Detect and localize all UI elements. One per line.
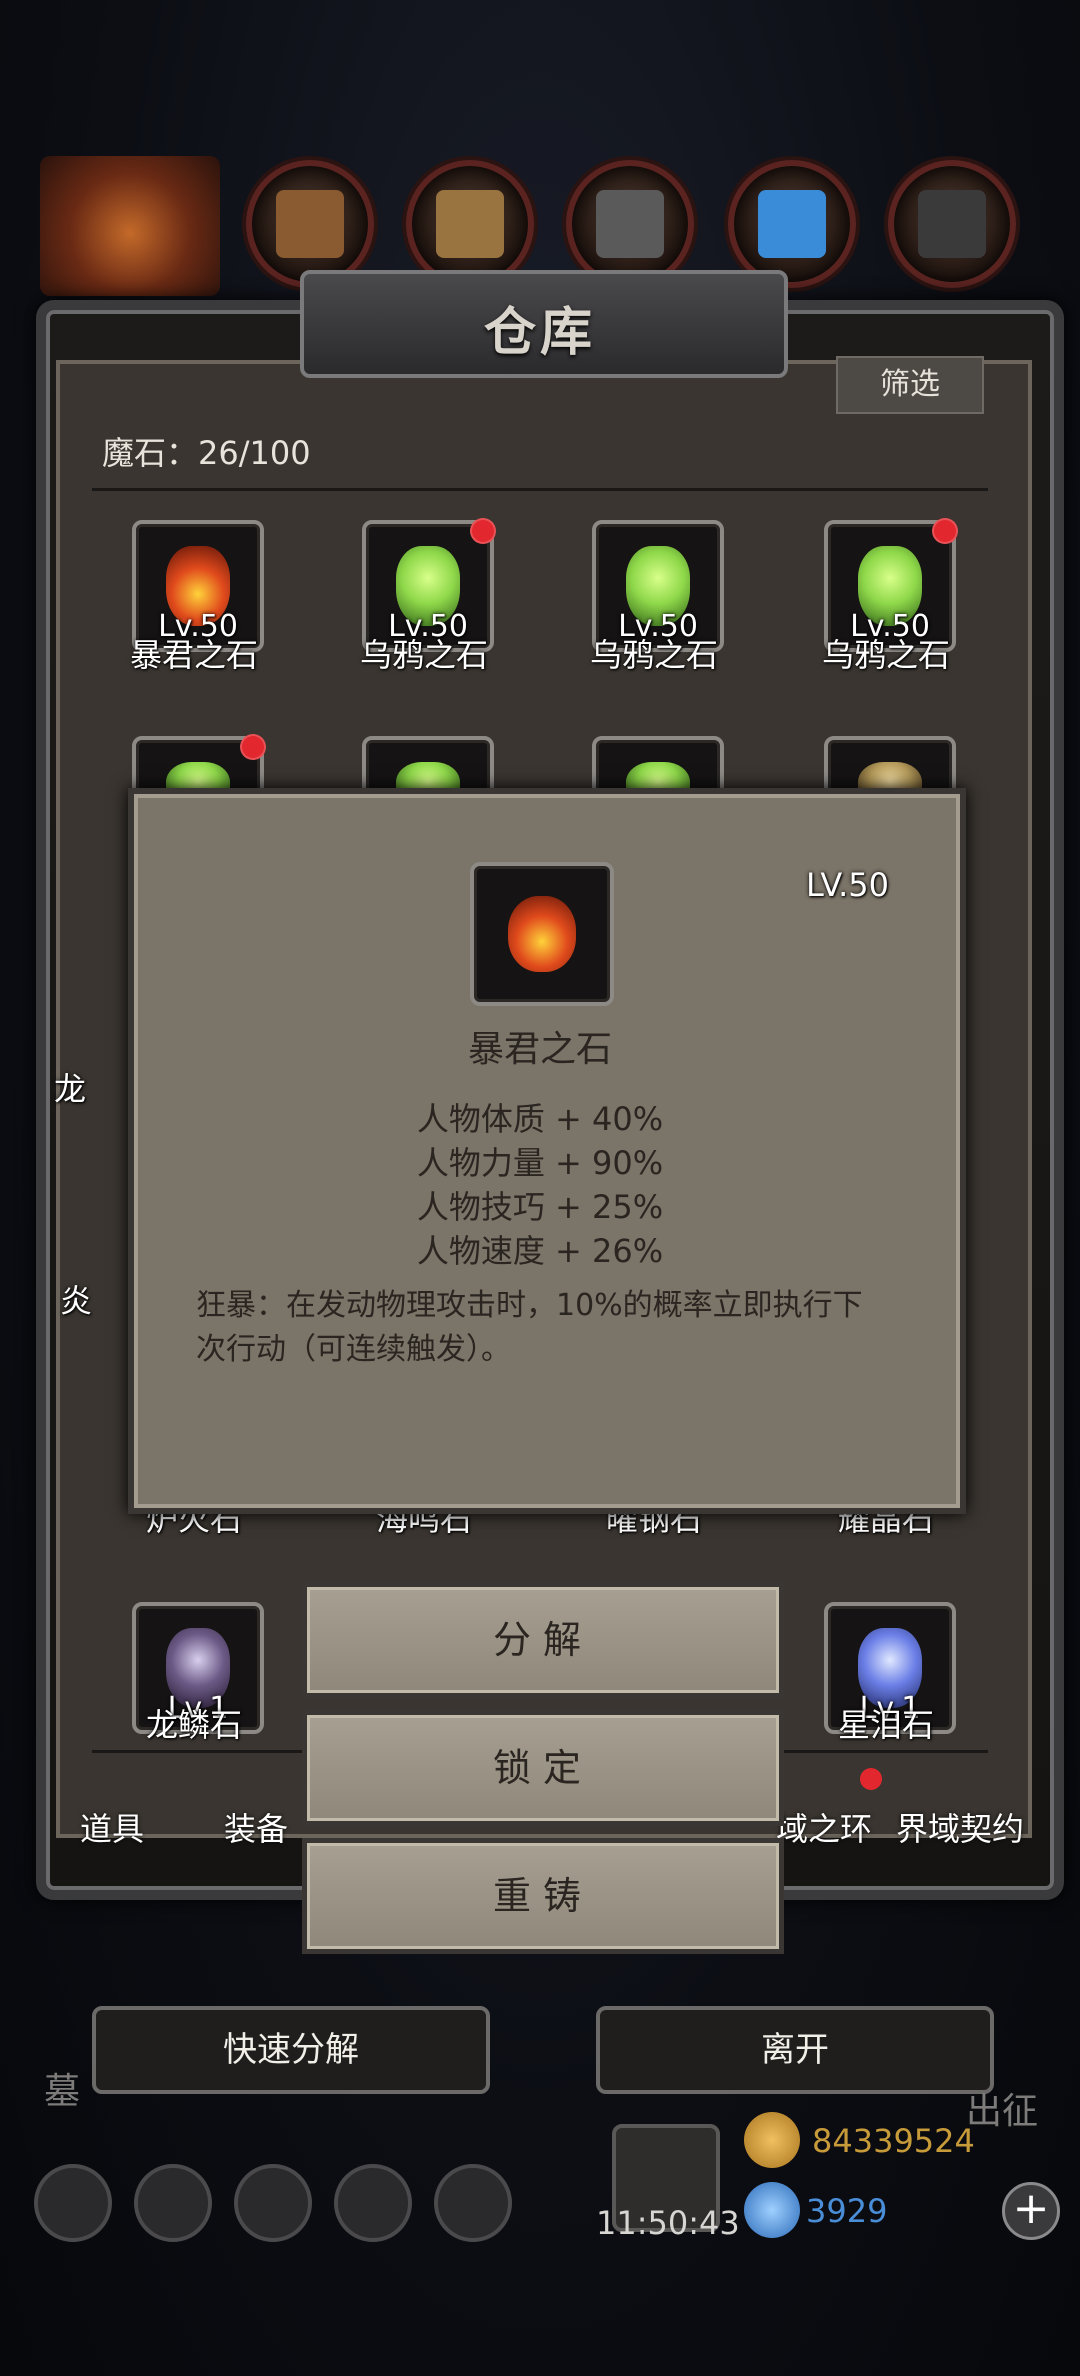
mail-icon[interactable]: [334, 2164, 412, 2242]
item-name: 暴君之石: [129, 636, 258, 674]
clock: 11:50:43: [596, 2204, 740, 2242]
new-badge: [860, 1768, 882, 1790]
divider: [92, 488, 988, 491]
settings-icon[interactable]: [34, 2164, 112, 2242]
gold-amount: 84339524: [812, 2122, 975, 2160]
item-name: 乌鸦之石: [821, 636, 950, 674]
category-wood-icon[interactable]: [406, 160, 534, 288]
stat-line: 人物力量 + 90%: [416, 1144, 664, 1182]
stat-line: 人物速度 + 26%: [416, 1232, 664, 1270]
lock-button[interactable]: 锁定: [302, 1710, 784, 1826]
filter-button[interactable]: 筛选: [836, 356, 984, 414]
stat-line: 人物技巧 + 25%: [416, 1188, 664, 1226]
recast-button[interactable]: 重铸: [302, 1838, 784, 1954]
item-name: 星泪石: [837, 1706, 934, 1744]
popup-level: LV.50: [806, 866, 889, 904]
item-name: 龙鳞石: [145, 1706, 242, 1744]
category-crystal-icon[interactable]: [728, 160, 856, 288]
tab-domain-ring[interactable]: 域之环: [776, 1804, 872, 1850]
scroll-icon[interactable]: [234, 2164, 312, 2242]
gem-amount: 3929: [806, 2192, 888, 2230]
category-metal-icon[interactable]: [566, 160, 694, 288]
decompose-button[interactable]: 分解: [302, 1582, 784, 1698]
category-tools-icon[interactable]: [246, 160, 374, 288]
leave-button[interactable]: 离开: [596, 2006, 994, 2094]
tab-equipment[interactable]: 装备: [224, 1804, 288, 1850]
event-pumpkin-icon[interactable]: [40, 156, 220, 296]
gold-icon: [744, 2112, 800, 2168]
category-ore-icon[interactable]: [888, 160, 1016, 288]
item-name: 乌鸦之石: [359, 636, 488, 674]
quick-decompose-button[interactable]: 快速分解: [92, 2006, 490, 2094]
new-badge: [240, 734, 266, 760]
tab-domain-contract[interactable]: 界域契约: [896, 1804, 1024, 1850]
popup-description: 狂暴：在发动物理攻击时，10%的概率立即执行下次行动（可连续触发）。: [196, 1288, 863, 1367]
new-badge: [932, 518, 958, 544]
stone-count: 魔石：26/100: [102, 434, 311, 472]
star-icon[interactable]: [134, 2164, 212, 2242]
tab-items[interactable]: 道具: [80, 1804, 144, 1850]
add-currency-button[interactable]: +: [1002, 2182, 1060, 2240]
tyrant-stone-icon: [470, 862, 614, 1006]
item-name: 乌鸦之石: [589, 636, 718, 674]
stat-line: 人物体质 + 40%: [416, 1100, 664, 1138]
popup-item-name: 暴君之石: [467, 1029, 612, 1070]
page-title: 仓库: [483, 303, 596, 363]
background-label: 墓: [44, 2071, 81, 2112]
new-badge: [470, 518, 496, 544]
background-label: 出征: [966, 2091, 1039, 2132]
shield-icon[interactable]: [434, 2164, 512, 2242]
partial-name: 炎: [59, 1282, 92, 1320]
gem-icon: [744, 2182, 800, 2238]
